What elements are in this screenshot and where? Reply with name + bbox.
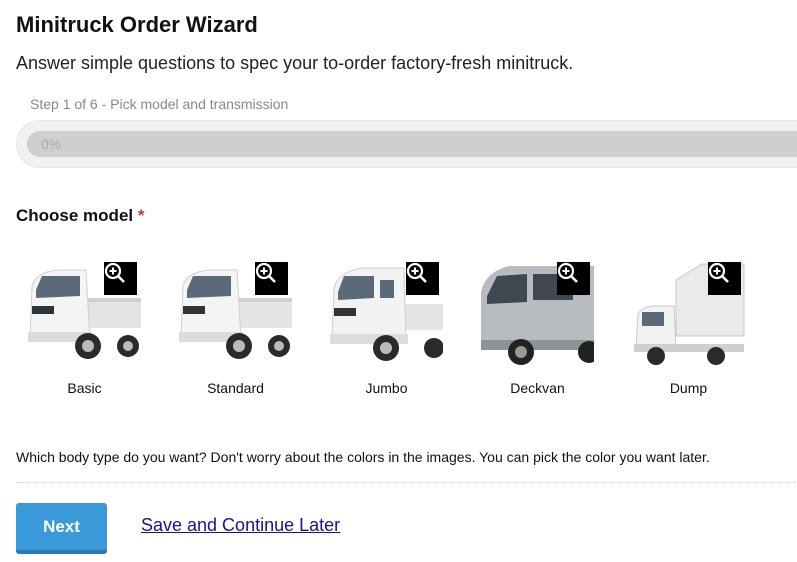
model-question-text: Choose model	[16, 206, 134, 225]
model-label-standard: Standard	[207, 380, 264, 396]
model-label-dump: Dump	[669, 380, 708, 396]
model-choice-basic[interactable]: Basic	[28, 262, 141, 396]
divider	[16, 482, 796, 483]
model-image-jumbo[interactable]	[330, 262, 443, 368]
next-button[interactable]: Next	[16, 503, 107, 554]
model-help-text: Which body type do you want? Don't worry…	[16, 449, 710, 465]
model-choices: Basic Standard Jumbo Deckvan Dump	[28, 262, 783, 396]
model-image-deckvan[interactable]	[481, 262, 594, 368]
zoom-in-icon[interactable]	[255, 262, 288, 295]
page-subtitle: Answer simple questions to spec your to-…	[16, 53, 574, 73]
page-title: Minitruck Order Wizard	[16, 12, 258, 37]
model-choice-jumbo[interactable]: Jumbo	[330, 262, 443, 396]
step-indicator: Step 1 of 6 - Pick model and transmissio…	[30, 96, 289, 112]
zoom-in-icon[interactable]	[708, 262, 741, 295]
save-and-continue-later-link[interactable]: Save and Continue Later	[141, 515, 340, 536]
progress-percent: 0%	[41, 136, 62, 152]
model-image-dump[interactable]	[632, 262, 745, 368]
zoom-in-icon[interactable]	[406, 262, 439, 295]
zoom-in-icon[interactable]	[557, 262, 590, 295]
model-image-basic[interactable]	[28, 262, 141, 368]
model-choice-dump[interactable]: Dump	[632, 262, 745, 396]
model-label-deckvan: Deckvan	[510, 380, 565, 396]
model-choice-deckvan[interactable]: Deckvan	[481, 262, 594, 396]
model-question-label: Choose model *	[16, 206, 144, 226]
model-choice-standard[interactable]: Standard	[179, 262, 292, 396]
model-label-jumbo: Jumbo	[365, 380, 408, 396]
progress-track: 0%	[27, 131, 797, 157]
zoom-in-icon[interactable]	[104, 262, 137, 295]
required-marker: *	[137, 206, 145, 225]
progress-bar: 0%	[16, 120, 797, 168]
model-image-standard[interactable]	[179, 262, 292, 368]
model-label-basic: Basic	[67, 380, 102, 396]
